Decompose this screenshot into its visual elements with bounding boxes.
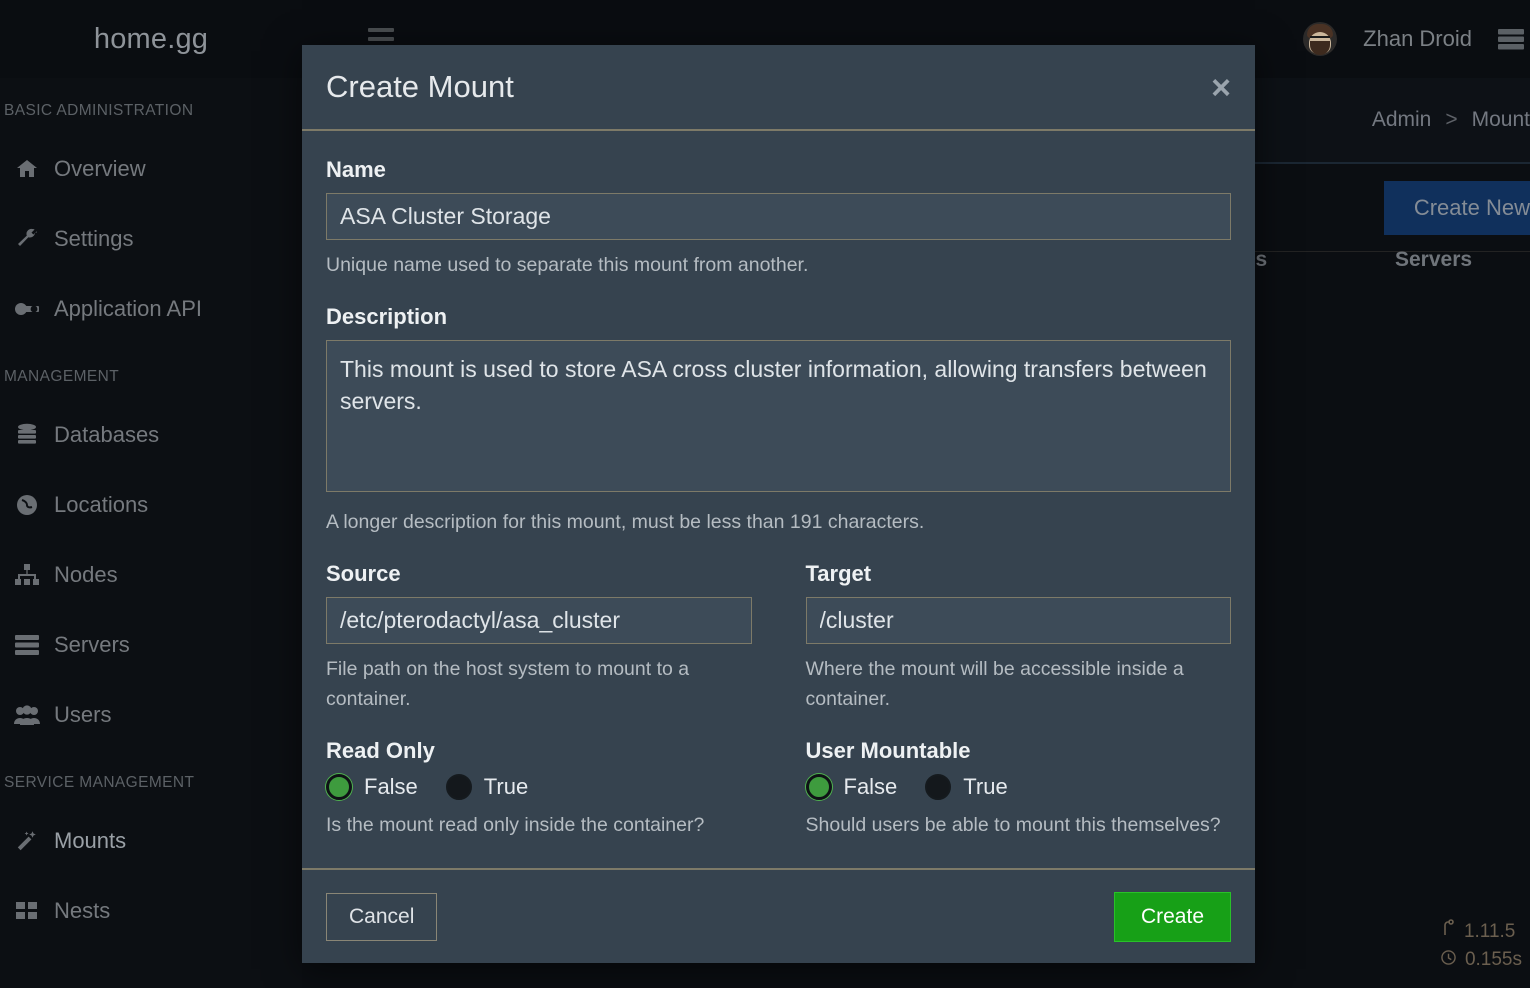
read-only-false-option[interactable]: False — [326, 774, 418, 800]
app-root: home.gg BASIC ADMINISTRATION Overview Se… — [0, 0, 1530, 988]
cancel-button[interactable]: Cancel — [326, 893, 437, 941]
footer-meta: 1.11.5 0.155s — [1441, 918, 1522, 974]
read-only-help: Is the mount read only inside the contai… — [326, 810, 752, 840]
sidebar-item-label: Locations — [50, 492, 148, 518]
user-name[interactable]: Zhan Droid — [1363, 26, 1472, 52]
topbar-right-group: Zhan Droid — [1303, 22, 1530, 56]
radio-selected-icon[interactable] — [326, 774, 352, 800]
read-only-group: Read Only False True Is the mount read o… — [326, 738, 752, 840]
source-help: File path on the host system to mount to… — [326, 654, 752, 714]
sidebar-item-users[interactable]: Users — [0, 680, 302, 750]
sidebar-item-overview[interactable]: Overview — [0, 134, 302, 204]
sidebar-section-service-management: SERVICE MANAGEMENT — [0, 750, 302, 806]
create-mount-modal: Create Mount × Name Unique name used to … — [302, 45, 1255, 963]
sidebar-section-basic-administration: BASIC ADMINISTRATION — [0, 78, 302, 134]
modal-footer: Cancel Create — [302, 868, 1255, 963]
sidebar-item-label: Users — [50, 702, 111, 728]
version-number: 1.11.5 — [1464, 918, 1515, 946]
user-mountable-group: User Mountable False True Should users b… — [806, 738, 1232, 840]
source-target-row: Source File path on the host system to m… — [326, 561, 1231, 714]
radio-unselected-icon[interactable] — [925, 774, 951, 800]
sidebar-item-label: Overview — [50, 156, 146, 182]
magic-wand-icon — [4, 829, 50, 853]
modal-header: Create Mount × — [302, 45, 1255, 131]
sidebar-item-label: Nodes — [50, 562, 118, 588]
source-label: Source — [326, 561, 752, 587]
description-field-group: Description A longer description for thi… — [326, 304, 1231, 537]
source-input[interactable] — [326, 597, 752, 644]
database-icon — [4, 423, 50, 447]
name-input[interactable] — [326, 193, 1231, 240]
name-field-group: Name Unique name used to separate this m… — [326, 157, 1231, 280]
grid-icon — [4, 901, 50, 921]
server-icon[interactable] — [1498, 27, 1524, 51]
source-field-group: Source File path on the host system to m… — [326, 561, 752, 714]
read-only-true-option[interactable]: True — [446, 774, 528, 800]
name-help: Unique name used to separate this mount … — [326, 250, 1231, 280]
brand-logo[interactable]: home.gg — [0, 0, 302, 78]
sidebar-item-databases[interactable]: Databases — [0, 400, 302, 470]
sidebar-item-locations[interactable]: Locations — [0, 470, 302, 540]
sitemap-icon — [4, 564, 50, 586]
sidebar-item-mounts[interactable]: Mounts — [0, 806, 302, 876]
render-time: 0.155s — [1465, 946, 1522, 974]
sidebar-item-nodes[interactable]: Nodes — [0, 540, 302, 610]
radio-label: True — [963, 774, 1007, 800]
radio-selected-icon[interactable] — [806, 774, 832, 800]
table-header-servers: Servers — [1395, 248, 1472, 272]
key-icon — [4, 300, 50, 318]
description-label: Description — [326, 304, 1231, 330]
modal-body: Name Unique name used to separate this m… — [302, 131, 1255, 868]
sidebar-item-servers[interactable]: Servers — [0, 610, 302, 680]
render-time-row: 0.155s — [1441, 946, 1522, 974]
clock-icon — [1441, 946, 1456, 974]
user-mountable-label: User Mountable — [806, 738, 1232, 764]
sidebar-section-management: MANAGEMENT — [0, 344, 302, 400]
wrench-icon — [4, 227, 50, 251]
server-icon — [4, 634, 50, 656]
home-icon — [4, 157, 50, 181]
user-mountable-radio-row: False True — [806, 774, 1232, 800]
modal-title: Create Mount — [326, 69, 514, 105]
user-mountable-true-option[interactable]: True — [925, 774, 1007, 800]
radio-unselected-icon[interactable] — [446, 774, 472, 800]
target-field-group: Target Where the mount will be accessibl… — [806, 561, 1232, 714]
read-only-radio-row: False True — [326, 774, 752, 800]
sidebar-item-label: Databases — [50, 422, 159, 448]
sidebar-item-settings[interactable]: Settings — [0, 204, 302, 274]
radio-label: True — [484, 774, 528, 800]
read-only-label: Read Only — [326, 738, 752, 764]
globe-icon — [4, 493, 50, 517]
user-mountable-false-option[interactable]: False — [806, 774, 898, 800]
breadcrumb-current: Mount — [1472, 108, 1530, 132]
target-label: Target — [806, 561, 1232, 587]
users-icon — [4, 705, 50, 725]
target-input[interactable] — [806, 597, 1232, 644]
sidebar-item-label: Mounts — [50, 828, 126, 854]
branch-icon — [1441, 918, 1455, 946]
breadcrumb-separator: > — [1445, 108, 1457, 132]
description-help: A longer description for this mount, mus… — [326, 507, 1231, 537]
close-icon[interactable]: × — [1211, 71, 1231, 105]
create-new-button[interactable]: Create New — [1384, 181, 1530, 235]
radio-label: False — [844, 774, 898, 800]
radio-label: False — [364, 774, 418, 800]
sidebar-item-nests[interactable]: Nests — [0, 876, 302, 946]
toggles-row: Read Only False True Is the mount read o… — [326, 738, 1231, 840]
user-mountable-help: Should users be able to mount this thems… — [806, 810, 1232, 840]
sidebar-item-label: Application API — [50, 296, 202, 322]
version-row: 1.11.5 — [1441, 918, 1522, 946]
create-button[interactable]: Create — [1114, 892, 1231, 942]
target-help: Where the mount will be accessible insid… — [806, 654, 1232, 714]
sidebar-item-application-api[interactable]: Application API — [0, 274, 302, 344]
sidebar-item-label: Nests — [50, 898, 110, 924]
sidebar-item-label: Settings — [50, 226, 134, 252]
breadcrumb-root[interactable]: Admin — [1372, 108, 1432, 132]
name-label: Name — [326, 157, 1231, 183]
sidebar-item-label: Servers — [50, 632, 130, 658]
avatar[interactable] — [1303, 22, 1337, 56]
description-textarea[interactable] — [326, 340, 1231, 492]
sidebar: home.gg BASIC ADMINISTRATION Overview Se… — [0, 0, 302, 988]
